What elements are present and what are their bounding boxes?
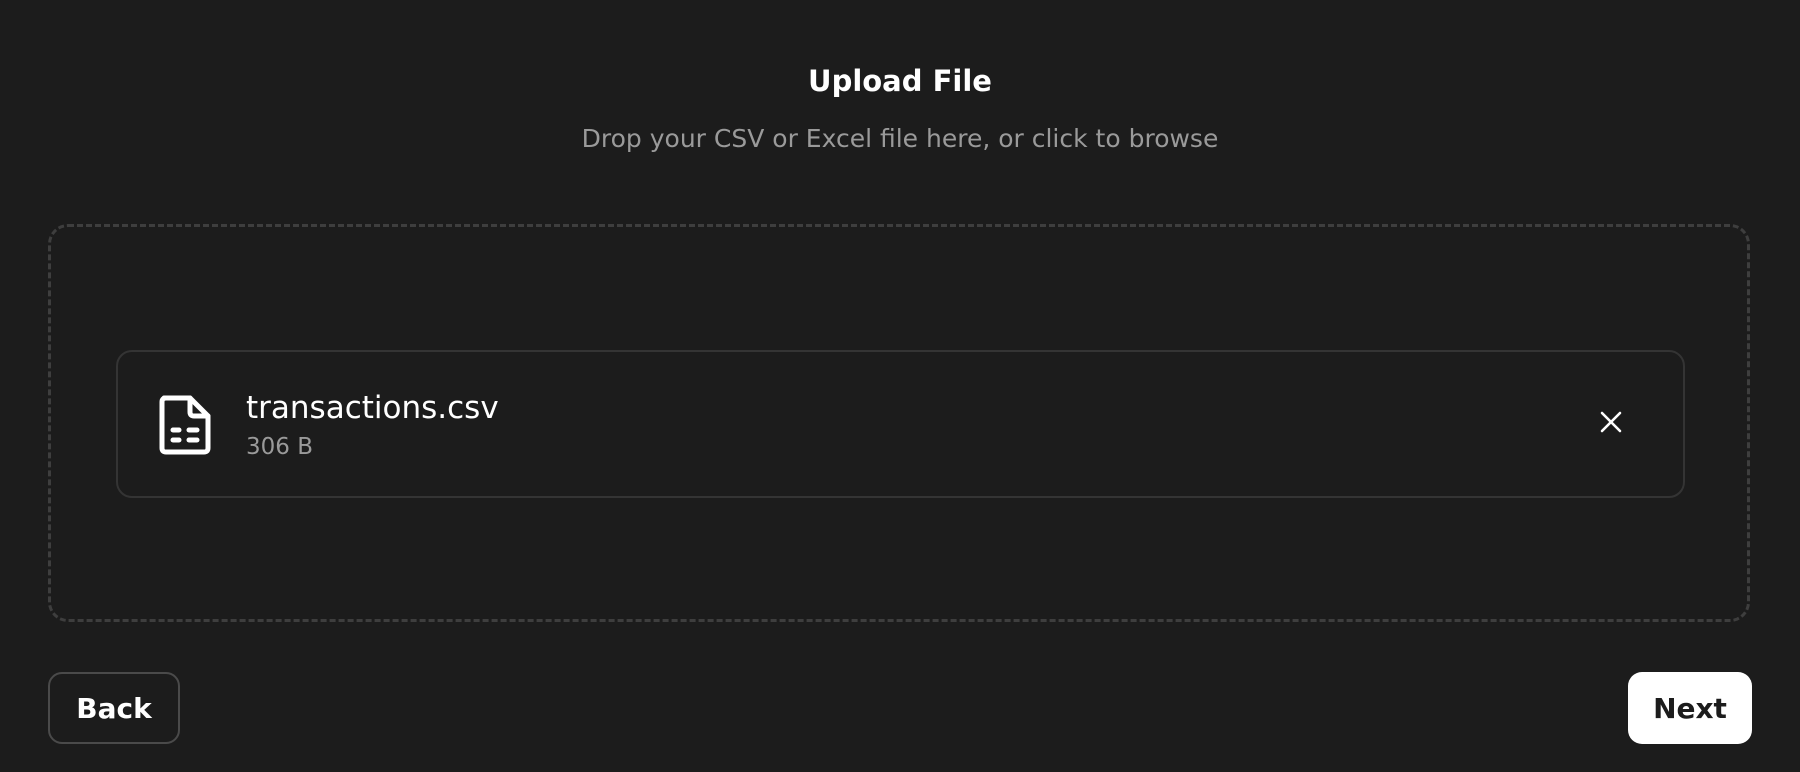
remove-file-button[interactable] (1589, 402, 1633, 446)
back-button[interactable]: Back (48, 672, 180, 744)
close-icon (1599, 410, 1623, 438)
page-subtitle: Drop your CSV or Excel file here, or cli… (581, 124, 1219, 153)
next-button[interactable]: Next (1628, 672, 1752, 744)
file-size: 306 B (246, 434, 313, 460)
page-title: Upload File (808, 64, 992, 98)
file-spreadsheet-icon (156, 392, 214, 456)
file-name: transactions.csv (246, 390, 499, 426)
uploaded-file-card: transactions.csv 306 B (116, 350, 1685, 498)
upload-file-page: Upload File Drop your CSV or Excel file … (0, 0, 1800, 772)
